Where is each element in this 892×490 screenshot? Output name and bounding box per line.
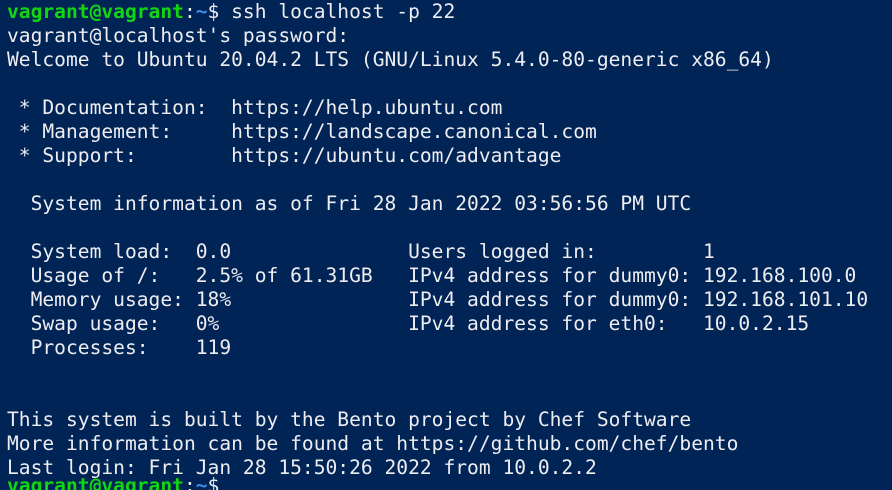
- output-line: This system is built by the Bento projec…: [7, 408, 692, 431]
- output-line: More information can be found at https:/…: [7, 432, 739, 455]
- final-prompt-symbol: $: [207, 474, 232, 490]
- prompt-symbol: $: [207, 0, 232, 23]
- final-prompt-colon: :: [183, 474, 196, 490]
- output-line: vagrant@localhost's password:: [7, 24, 350, 47]
- output-line: * Management: https://landscape.canonica…: [7, 120, 597, 143]
- output-line: * Support: https://ubuntu.com/advantage: [7, 144, 562, 167]
- command-line: vagrant@vagrant:~$ ssh localhost -p 22: [7, 0, 892, 24]
- prompt-user-host: vagrant@vagrant: [7, 0, 184, 23]
- output-line: * Documentation: https://help.ubuntu.com: [7, 96, 503, 119]
- output-line: Processes: 119: [7, 336, 232, 359]
- terminal-window[interactable]: vagrant@vagrant:~$ ssh localhost -p 22 v…: [0, 0, 892, 490]
- prompt-path: ~: [195, 0, 208, 23]
- output-line: Swap usage: 0% IPv4 address for eth0: 10…: [7, 312, 810, 335]
- output-line: System information as of Fri 28 Jan 2022…: [7, 192, 692, 215]
- final-prompt-line[interactable]: vagrant@vagrant:~$: [7, 474, 892, 490]
- final-prompt-path: ~: [195, 474, 208, 490]
- final-prompt-user-host: vagrant@vagrant: [7, 474, 184, 490]
- output-line: Welcome to Ubuntu 20.04.2 LTS (GNU/Linux…: [7, 48, 774, 71]
- output-line: System load: 0.0 Users logged in: 1: [7, 240, 715, 263]
- output-line: Memory usage: 18% IPv4 address for dummy…: [7, 288, 869, 311]
- prompt-colon: :: [183, 0, 196, 23]
- command-text: ssh localhost -p 22: [231, 0, 456, 23]
- output-line: Usage of /: 2.5% of 61.31GB IPv4 address…: [7, 264, 857, 287]
